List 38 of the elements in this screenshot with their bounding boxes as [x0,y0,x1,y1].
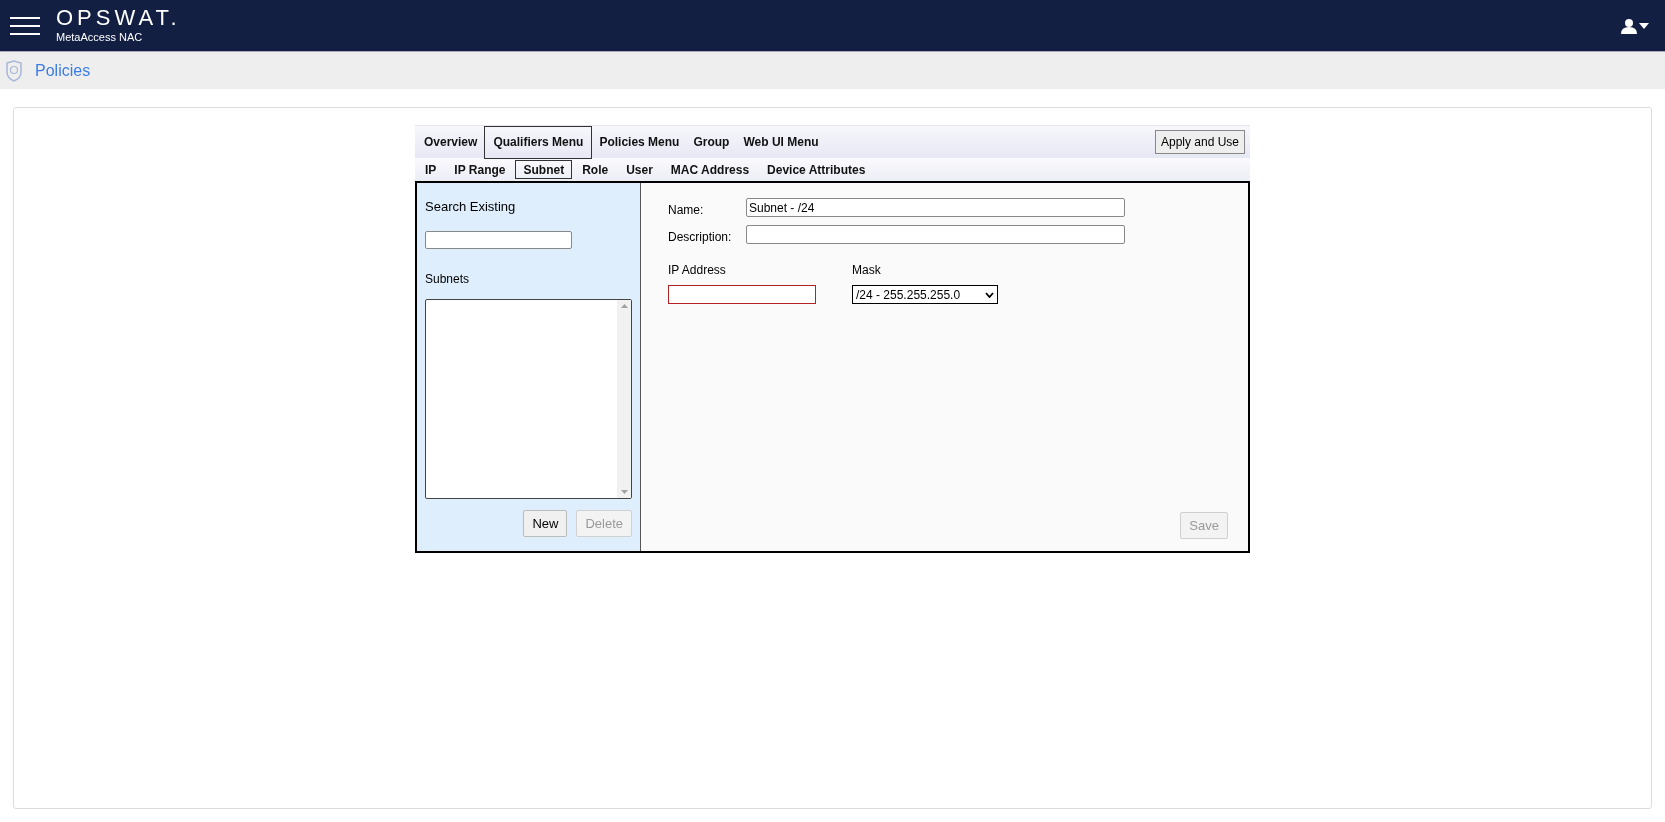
ip-address-field[interactable] [668,285,816,304]
scroll-down-icon [620,489,628,494]
name-field[interactable]: Subnet - /24 [746,198,1125,217]
ip-label: IP Address [668,262,727,279]
subnet-list[interactable] [425,298,632,499]
caret-icon [1639,22,1649,29]
submenu-tab[interactable]: MAC Address [662,160,758,179]
action-button[interactable]: New [523,509,568,537]
submenu-tab[interactable]: Device Attributes [759,160,874,179]
mask-dropdown[interactable]: /24 - 255.255.255.0 [852,285,998,304]
menu-icon[interactable] [10,15,40,36]
apply-button[interactable]: Apply and Use [1154,130,1245,154]
logo-text: OPSWAT. [56,7,181,29]
submenu-tab[interactable]: User [618,160,661,179]
menu-tab[interactable]: Policies Menu [592,125,687,159]
scroll-up-icon [620,303,628,308]
submenu-tab[interactable]: Role [574,160,617,179]
chevron-icon [985,291,994,298]
submenu-tab[interactable]: Subnet [515,160,573,179]
page-title: Policies [35,60,91,81]
list-label: Subnets [425,270,470,288]
scrollbar[interactable] [617,299,631,498]
name-label: Name: [668,202,705,219]
submenu-tab[interactable]: IP Range [446,160,514,179]
user-icon [1621,17,1637,34]
submenu-tab[interactable]: IP [417,160,445,179]
menu-tab[interactable]: Overview [417,125,485,159]
menu-tab[interactable]: Group [686,125,737,159]
shield-icon [5,59,23,82]
user-menu[interactable] [1621,17,1649,34]
description-label: Description: [668,229,733,246]
mask-label: Mask [852,262,882,279]
search-label: Search Existing [425,198,516,216]
product-name: MetaAccess NAC [56,30,144,44]
search-field[interactable] [425,230,572,249]
menu-tab[interactable]: Web UI Menu [736,125,826,159]
description-field[interactable] [746,225,1125,244]
menu-tab[interactable]: Qualifiers Menu [484,125,593,159]
